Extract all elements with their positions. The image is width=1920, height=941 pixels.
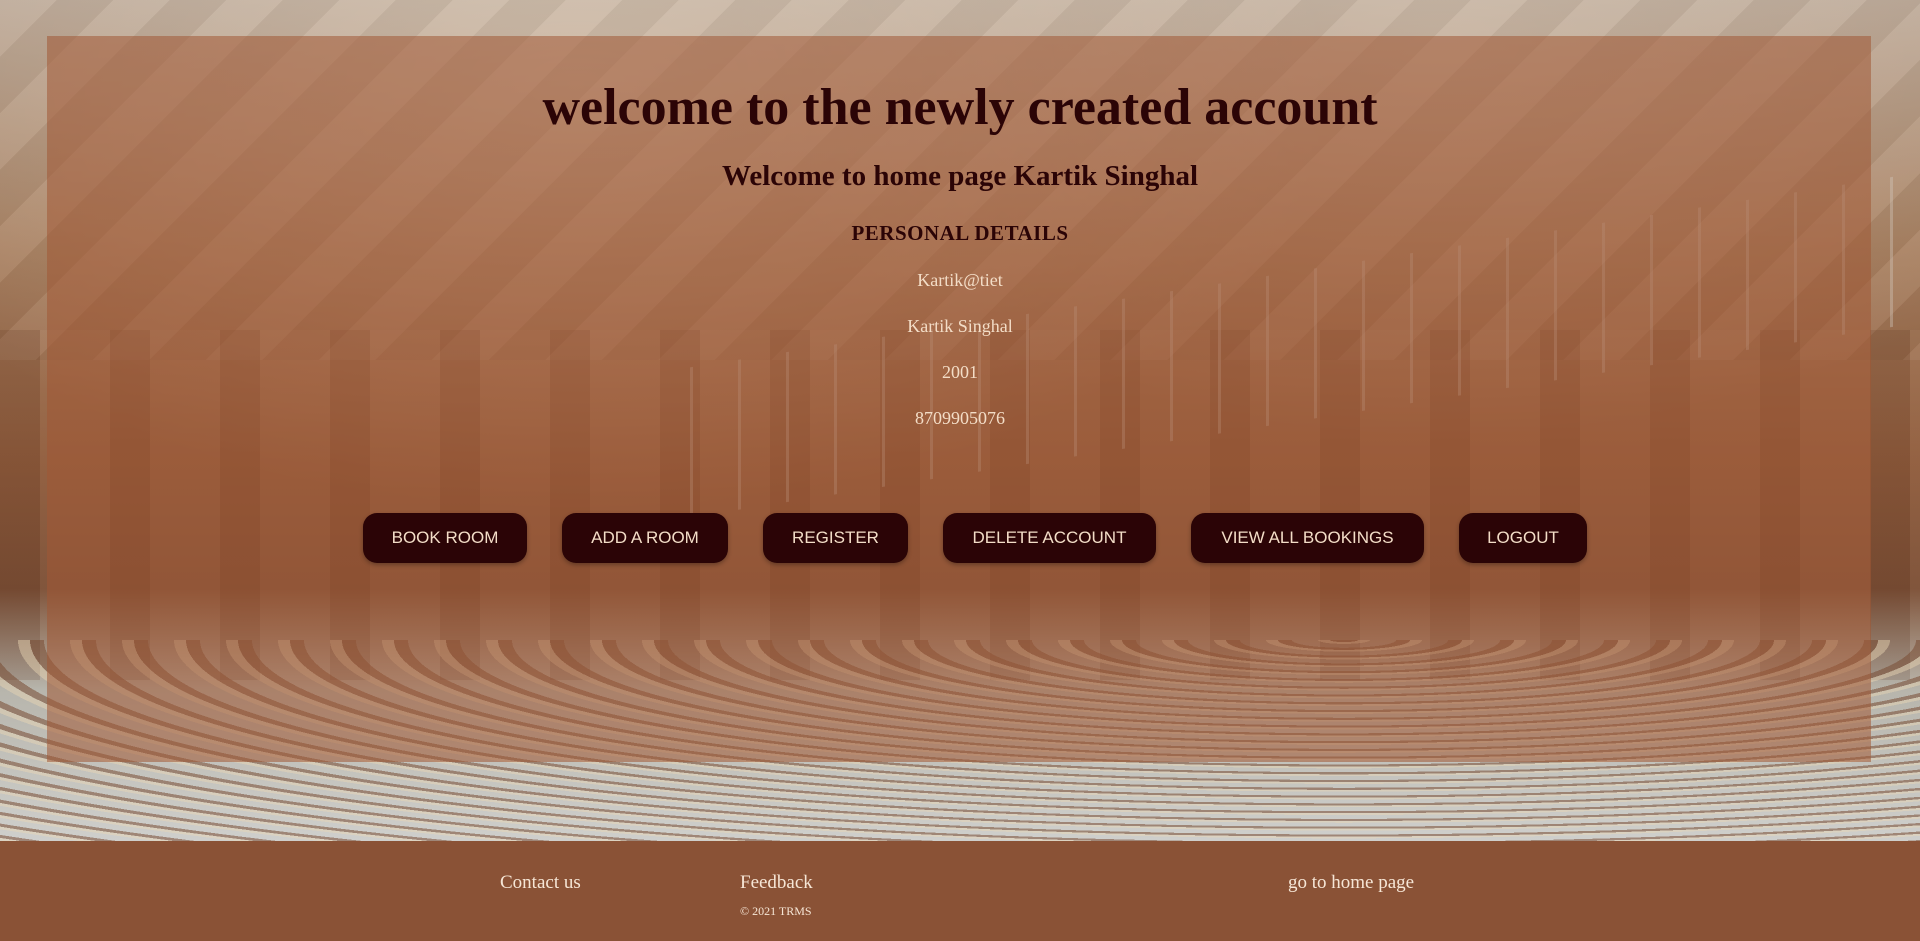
detail-phone: 8709905076 bbox=[915, 408, 1005, 428]
footer: Contact us Feedback © 2021 TRMS go to ho… bbox=[0, 841, 1920, 941]
home-page-link[interactable]: go to home page bbox=[1288, 872, 1414, 894]
book-room-button[interactable]: BOOK ROOM bbox=[363, 513, 527, 563]
personal-details-heading: PERSONAL DETAILS bbox=[851, 221, 1069, 245]
content-panel bbox=[47, 36, 1871, 762]
contact-us-link[interactable]: Contact us bbox=[500, 872, 581, 894]
detail-year: 2001 bbox=[942, 362, 978, 382]
view-all-bookings-button[interactable]: VIEW ALL BOOKINGS bbox=[1191, 513, 1424, 563]
delete-account-button[interactable]: DELETE ACCOUNT bbox=[943, 513, 1156, 563]
logout-button[interactable]: LOGOUT bbox=[1459, 513, 1587, 563]
register-button[interactable]: REGISTER bbox=[763, 513, 908, 563]
add-room-button[interactable]: ADD A ROOM bbox=[562, 513, 728, 563]
action-buttons: BOOK ROOM ADD A ROOM REGISTER DELETE ACC… bbox=[0, 513, 1920, 563]
detail-username: Kartik@tiet bbox=[917, 270, 1003, 290]
welcome-heading: Welcome to home page Kartik Singhal bbox=[721, 160, 1199, 192]
feedback-link[interactable]: Feedback bbox=[740, 872, 813, 894]
copyright-text: © 2021 TRMS bbox=[740, 904, 812, 918]
detail-name: Kartik Singhal bbox=[907, 316, 1013, 336]
page-title: welcome to the newly created account bbox=[542, 79, 1378, 136]
